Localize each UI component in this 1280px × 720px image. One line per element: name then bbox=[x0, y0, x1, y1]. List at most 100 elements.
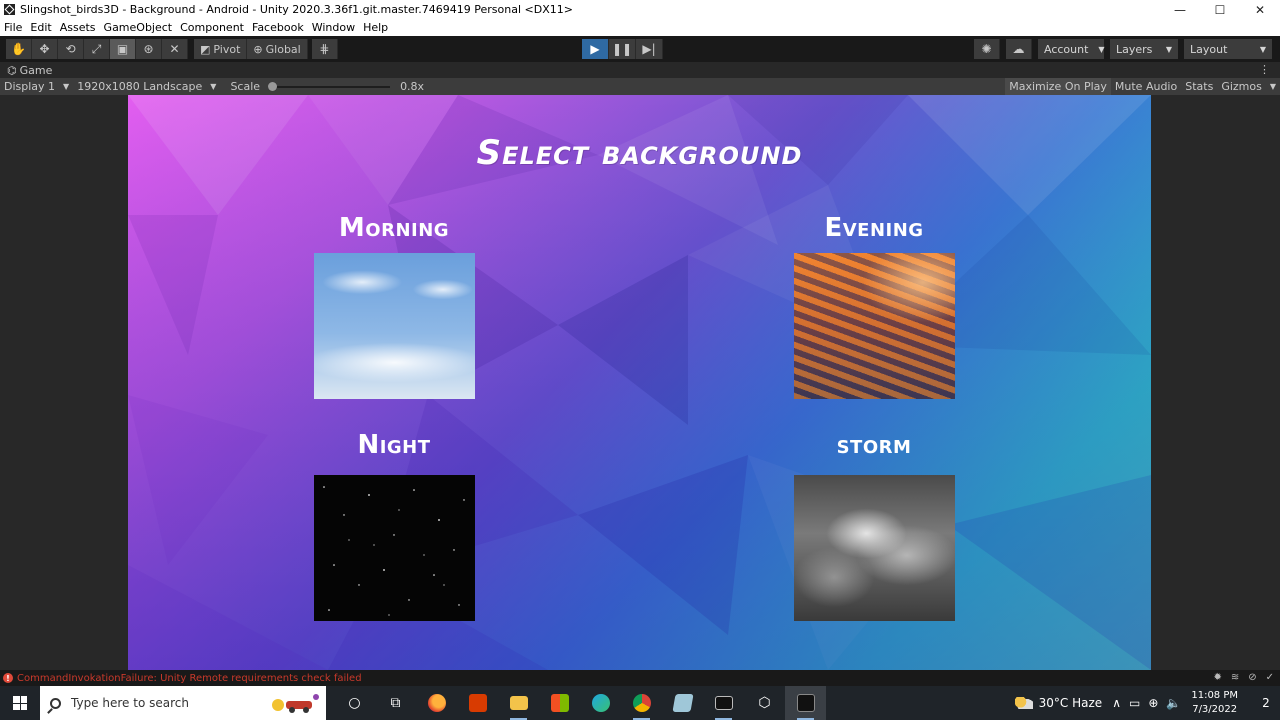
task-view-icon[interactable]: ⧉ bbox=[375, 686, 416, 720]
minimize-button[interactable]: — bbox=[1160, 3, 1200, 17]
windows-taskbar: Type here to search ○ ⧉ ⬡ 30°C Haze ∧ ▭ … bbox=[0, 686, 1280, 720]
layers-label: Layers bbox=[1116, 42, 1153, 56]
rotate-tool-icon[interactable]: ⟲ bbox=[58, 39, 84, 59]
cortana-icon[interactable]: ○ bbox=[334, 686, 375, 720]
kebab-menu-icon[interactable]: ⋮ bbox=[1259, 63, 1270, 76]
window-title: Slingshot_birds3D - Background - Android… bbox=[20, 3, 573, 16]
layers-dropdown[interactable]: Layers ▼ bbox=[1110, 39, 1178, 59]
game-toolbar-right: Maximize On Play Mute Audio Stats Gizmos… bbox=[1005, 78, 1280, 95]
menu-facebook[interactable]: Facebook bbox=[248, 21, 308, 34]
menu-bar: File Edit Assets GameObject Component Fa… bbox=[0, 19, 1280, 36]
game-view-toolbar: Display 1 ▼ 1920x1080 Landscape ▼ Scale 0.… bbox=[0, 78, 1280, 95]
console-status-bar[interactable]: ! CommandInvokationFailure: Unity Remote… bbox=[0, 670, 1280, 686]
stats-toggle[interactable]: Stats bbox=[1181, 80, 1217, 93]
maximize-on-play-toggle[interactable]: Maximize On Play bbox=[1005, 78, 1111, 95]
scale-tool-icon[interactable]: ⤢ bbox=[84, 39, 110, 59]
windows-start-icon[interactable] bbox=[0, 686, 40, 720]
game-tab-bar: ⌬ Game ⋮ bbox=[0, 62, 1280, 78]
maximize-button[interactable]: ☐ bbox=[1200, 3, 1240, 17]
clock-date: 7/3/2022 bbox=[1192, 704, 1238, 715]
unity-editor-icon[interactable] bbox=[785, 686, 826, 720]
layout-dropdown[interactable]: Layout ▼ bbox=[1184, 39, 1272, 59]
custom-tool-icon[interactable]: ✕ bbox=[162, 39, 188, 59]
main-toolbar: ✋ ✥ ⟲ ⤢ ▣ ⊛ ✕ ◩ Pivot ⊕ Global ⋕ ▶ ❚❚ ▶| ✺… bbox=[0, 36, 1280, 62]
pivot-toggle[interactable]: ◩ Pivot bbox=[194, 39, 248, 59]
grid-snap-icon[interactable]: ⋕ bbox=[311, 39, 338, 59]
menu-file[interactable]: File bbox=[0, 21, 26, 34]
tab-game-label: Game bbox=[19, 63, 53, 77]
select-background-title: Select background bbox=[476, 133, 803, 173]
morning-background-button[interactable] bbox=[314, 253, 475, 399]
menu-window[interactable]: Window bbox=[308, 21, 359, 34]
menu-help[interactable]: Help bbox=[359, 21, 392, 34]
resolution-dropdown[interactable]: 1920x1080 Landscape ▼ bbox=[73, 80, 220, 93]
night-background-button[interactable] bbox=[314, 475, 475, 621]
global-toggle[interactable]: ⊕ Global bbox=[247, 39, 308, 59]
mute-audio-toggle[interactable]: Mute Audio bbox=[1111, 80, 1181, 93]
office-icon[interactable] bbox=[457, 686, 498, 720]
check-icon[interactable]: ✓ bbox=[1266, 672, 1274, 683]
clock[interactable]: 11:08 PM 7/3/2022 bbox=[1191, 689, 1238, 717]
layers-stack-icon[interactable]: ≋ bbox=[1231, 672, 1239, 683]
chrome-icon[interactable] bbox=[621, 686, 662, 720]
option-label-morning: Morning bbox=[338, 213, 450, 243]
battery-icon[interactable]: ▭ bbox=[1129, 696, 1140, 710]
play-button-icon[interactable]: ▶ bbox=[582, 39, 609, 59]
search-highlight-icon bbox=[272, 694, 319, 713]
bug-icon[interactable]: ✹ bbox=[1213, 672, 1221, 683]
account-dropdown[interactable]: Account ▼ bbox=[1038, 39, 1105, 59]
chevron-down-icon: ▼ bbox=[1259, 44, 1266, 54]
evening-background-button[interactable] bbox=[794, 253, 955, 399]
weather-text: 30°C Haze bbox=[1038, 696, 1103, 710]
storm-background-button[interactable] bbox=[794, 475, 955, 621]
search-icon bbox=[50, 697, 61, 709]
network-globe-icon[interactable]: ⊕ bbox=[1148, 696, 1158, 710]
close-button[interactable]: ✕ bbox=[1240, 3, 1280, 17]
collab-icon[interactable]: ✺ bbox=[974, 39, 1000, 59]
menu-assets[interactable]: Assets bbox=[56, 21, 100, 34]
error-icon: ! bbox=[3, 673, 13, 683]
account-label: Account bbox=[1044, 42, 1089, 56]
speaker-icon[interactable]: 🔈 bbox=[1166, 696, 1181, 710]
debug-icon[interactable]: ⊘ bbox=[1248, 672, 1256, 683]
status-icons: ✹ ≋ ⊘ ✓ bbox=[1213, 672, 1274, 683]
taskbar-search-box[interactable]: Type here to search bbox=[40, 686, 326, 720]
game-view: Select background Morning Evening Night … bbox=[128, 95, 1151, 670]
notification-icon[interactable]: 2 bbox=[1252, 686, 1280, 720]
scale-slider-track bbox=[268, 86, 391, 88]
pause-button-icon[interactable]: ❚❚ bbox=[609, 39, 636, 59]
step-button-icon[interactable]: ▶| bbox=[636, 39, 663, 59]
hand-tool-icon[interactable]: ✋ bbox=[6, 39, 32, 59]
cloud-icon[interactable]: ☁ bbox=[1006, 39, 1032, 59]
tray-icons: ∧ ▭ ⊕ 🔈 bbox=[1112, 696, 1181, 710]
chevron-up-icon[interactable]: ∧ bbox=[1112, 696, 1121, 710]
transform-tool-icon[interactable]: ⊛ bbox=[136, 39, 162, 59]
play-controls: ▶ ❚❚ ▶| bbox=[582, 39, 663, 59]
gizmos-chevron-icon[interactable]: ▼ bbox=[1266, 82, 1280, 91]
store-icon[interactable] bbox=[539, 686, 580, 720]
menu-edit[interactable]: Edit bbox=[26, 21, 55, 34]
tab-game[interactable]: ⌬ Game bbox=[0, 64, 52, 77]
notepad-icon[interactable] bbox=[662, 686, 703, 720]
display-dropdown[interactable]: Display 1 ▼ bbox=[0, 80, 73, 93]
display-label: Display 1 bbox=[4, 80, 56, 93]
option-label-night: Night bbox=[357, 430, 431, 460]
window-title-bar: Slingshot_birds3D - Background - Android… bbox=[0, 0, 1280, 19]
menu-gameobject[interactable]: GameObject bbox=[100, 21, 177, 34]
edge-icon[interactable] bbox=[580, 686, 621, 720]
unity-hub-icon[interactable]: ⬡ bbox=[744, 686, 785, 720]
file-explorer-icon[interactable] bbox=[498, 686, 539, 720]
scale-slider-thumb[interactable] bbox=[268, 82, 278, 91]
move-tool-icon[interactable]: ✥ bbox=[32, 39, 58, 59]
terminal-icon[interactable] bbox=[703, 686, 744, 720]
scale-value: 0.8x bbox=[400, 80, 425, 93]
scale-label: Scale bbox=[230, 80, 261, 93]
weather-widget[interactable]: 30°C Haze bbox=[1014, 696, 1103, 710]
option-label-storm: storm bbox=[836, 430, 912, 460]
menu-component[interactable]: Component bbox=[176, 21, 248, 34]
scale-slider[interactable] bbox=[268, 82, 391, 91]
gizmos-dropdown[interactable]: Gizmos bbox=[1217, 80, 1266, 93]
status-message: CommandInvokationFailure: Unity Remote r… bbox=[17, 672, 362, 684]
firefox-icon[interactable] bbox=[416, 686, 457, 720]
rect-tool-icon[interactable]: ▣ bbox=[110, 39, 136, 59]
